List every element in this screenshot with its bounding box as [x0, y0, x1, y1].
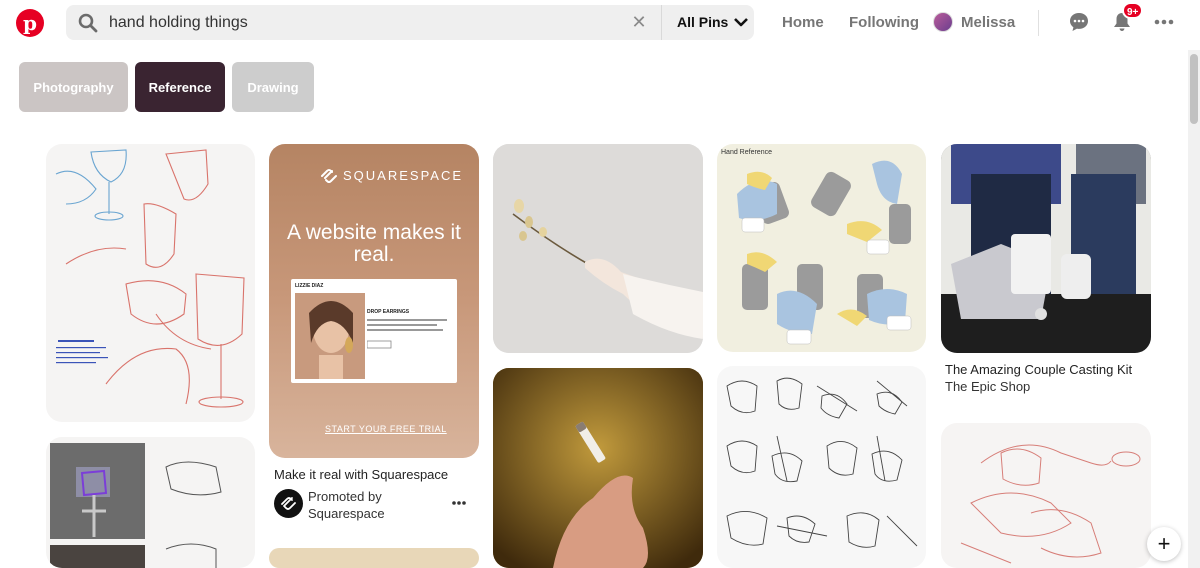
filter-chip-drawing[interactable]: Drawing — [232, 62, 314, 112]
model-portrait-image — [295, 293, 365, 379]
page-scrollbar[interactable] — [1188, 50, 1200, 568]
mockup-text-lines — [367, 319, 447, 349]
filter-chip-reference[interactable]: Reference — [135, 62, 225, 112]
nav-following-link[interactable]: Following — [849, 14, 919, 31]
hand-spoon-sketch-image — [960, 444, 1141, 564]
pin-wine-glass-sketch[interactable] — [46, 144, 255, 422]
search-scope-dropdown[interactable]: All Pins — [677, 14, 749, 30]
pin-hand-reference-cans[interactable]: Hand Reference — [717, 144, 926, 352]
profile-name-link[interactable]: Melissa — [961, 14, 1015, 31]
pin-title[interactable]: The Amazing Couple Casting Kit — [945, 362, 1132, 377]
website-mockup: LIZZIE DIAZ DROP EARRINGS — [291, 279, 457, 383]
pin-squarespace-ad[interactable]: SQUARESPACE A website makes it real. LIZ… — [269, 144, 479, 458]
squarespace-logo-icon — [321, 169, 337, 183]
mockup-site-name: LIZZIE DIAZ — [295, 283, 324, 289]
advertiser-name[interactable]: Squarespace — [308, 506, 385, 521]
mockup-product-title: DROP EARRINGS — [367, 309, 410, 315]
messages-icon[interactable] — [1068, 11, 1090, 33]
hand-cigarette-photo-image — [493, 368, 703, 568]
squarespace-brand-label: SQUARESPACE — [343, 168, 464, 183]
shop-name[interactable]: The Epic Shop — [945, 379, 1030, 394]
search-bar[interactable]: hand holding things ✕ All Pins — [66, 5, 754, 40]
pinterest-logo-icon[interactable]: p — [16, 9, 44, 37]
pin-casting-kit[interactable] — [941, 144, 1151, 353]
pin-title[interactable]: Make it real with Squarespace — [274, 467, 448, 482]
pin-sword-hand-reference[interactable] — [46, 437, 255, 568]
notification-badge: 9+ — [1122, 2, 1144, 19]
pin-hands-with-tools-sketch[interactable] — [717, 366, 926, 568]
pin-hand-holding-flower[interactable] — [493, 144, 703, 353]
wine-glass-sketch-image — [55, 149, 245, 408]
casting-kit-photo-image — [941, 144, 1151, 353]
top-bar: p hand holding things ✕ All Pins Home Fo… — [0, 0, 1200, 50]
start-trial-link[interactable]: START YOUR FREE TRIAL — [325, 424, 447, 434]
filter-chip-photography[interactable]: Photography — [19, 62, 128, 112]
advertiser-avatar[interactable] — [274, 489, 303, 518]
squarespace-logo-icon — [281, 497, 296, 510]
create-plus-button[interactable]: + — [1147, 527, 1181, 561]
search-divider — [661, 5, 662, 40]
clear-search-icon[interactable]: ✕ — [628, 11, 650, 33]
hand-cans-drawing-image — [737, 160, 912, 345]
sword-hand-photo-image — [50, 443, 222, 568]
ad-headline: A website makes it real. — [287, 221, 461, 266]
svg-text:p: p — [23, 11, 37, 35]
nav-home-link[interactable]: Home — [782, 14, 824, 31]
chevron-down-icon — [734, 18, 749, 27]
search-scope-label: All Pins — [677, 14, 729, 30]
search-input[interactable]: hand holding things — [109, 14, 248, 32]
hand-flower-photo-image — [493, 144, 703, 353]
filter-chip-label: Photography — [33, 79, 114, 95]
scrollbar-thumb[interactable] — [1190, 54, 1198, 124]
pin-more-options-icon[interactable] — [451, 500, 467, 506]
more-options-icon[interactable] — [1153, 11, 1175, 33]
pin-vintage-paper[interactable] — [269, 548, 479, 568]
avatar[interactable] — [933, 12, 953, 32]
pin-hand-holding-cigarette[interactable] — [493, 368, 703, 568]
hands-tools-sketch-image — [726, 377, 918, 548]
pin-hand-spoon-sketch[interactable] — [941, 423, 1151, 568]
filter-chip-label: Reference — [148, 79, 212, 95]
hand-reference-caption: Hand Reference — [721, 149, 772, 156]
promoted-label: Promoted by — [308, 489, 382, 504]
filter-chip-label: Drawing — [247, 79, 299, 95]
search-icon — [78, 13, 98, 33]
header-divider — [1038, 10, 1039, 36]
